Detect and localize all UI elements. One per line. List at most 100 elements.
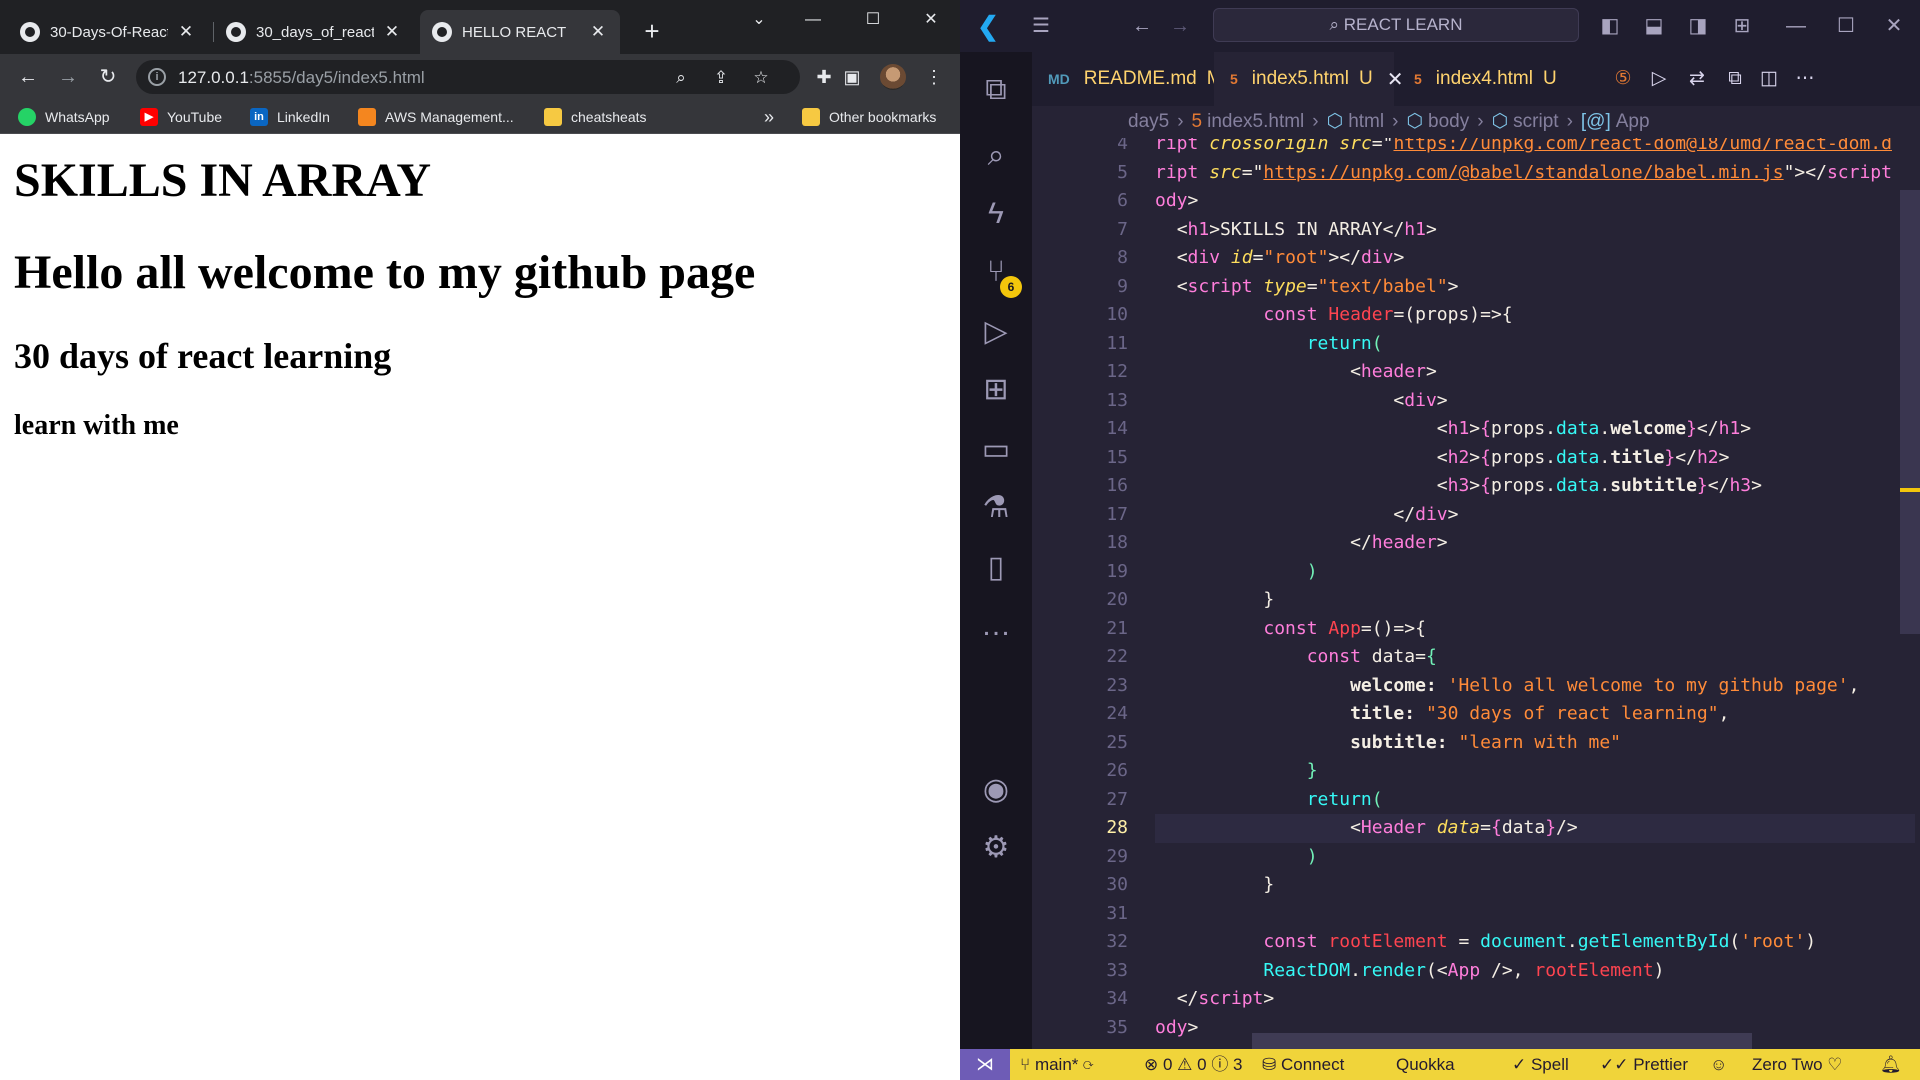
extensions-icon[interactable]: ⊞: [960, 360, 1032, 420]
bookmark-cheatsheats[interactable]: cheatsheats: [544, 107, 647, 127]
maximize-icon[interactable]: ☐: [1826, 12, 1866, 40]
bookmark-linkedin[interactable]: in LinkedIn: [250, 107, 330, 127]
close-icon[interactable]: ✕: [176, 22, 196, 42]
code-line[interactable]: <div id="root"></div>: [1155, 244, 1405, 273]
code-line[interactable]: <div>: [1155, 387, 1447, 416]
code-line[interactable]: <h1>{props.data.welcome}</h1>: [1155, 415, 1751, 444]
bookmarks-overflow-button[interactable]: »: [764, 107, 774, 127]
window-close-icon[interactable]: ✕: [908, 4, 954, 36]
zoom-icon[interactable]: ⌕: [670, 67, 692, 89]
code-line[interactable]: const rootElement = document.getElementB…: [1155, 928, 1816, 957]
html5-preview-icon[interactable]: ⑤: [1610, 66, 1636, 92]
settings-gear-icon[interactable]: ⚙: [960, 818, 1032, 878]
side-panel-icon[interactable]: ▣: [836, 61, 868, 93]
reload-icon[interactable]: ↻: [92, 61, 124, 93]
bookmark-youtube[interactable]: ▶ YouTube: [140, 107, 222, 127]
code-line[interactable]: <script type="text/babel">: [1155, 273, 1459, 302]
browser-tab-1[interactable]: 30-Days-Of-React/ ✕: [8, 10, 208, 54]
address-bar[interactable]: i 127.0.0.1:5855/day5/index5.html ⌕ ⇪ ☆: [136, 60, 800, 94]
compare-changes-icon[interactable]: ⇄: [1684, 66, 1710, 92]
code-line[interactable]: }: [1155, 757, 1318, 786]
explorer-icon[interactable]: ⧉: [960, 60, 1032, 120]
minimize-icon[interactable]: —: [790, 4, 836, 36]
breadcrumb-body[interactable]: body: [1428, 111, 1469, 132]
bookmark-aws[interactable]: AWS Management...: [358, 107, 514, 127]
forward-icon[interactable]: →: [1166, 12, 1194, 40]
close-icon[interactable]: ✕: [588, 22, 608, 42]
breadcrumb-app[interactable]: App: [1616, 111, 1650, 132]
browser-tab-active[interactable]: HELLO REACT ✕: [420, 10, 620, 54]
source-control-icon[interactable]: ⑂ 6: [960, 242, 1032, 302]
forward-icon[interactable]: →: [52, 61, 84, 93]
toggle-panel-icon[interactable]: ⬓: [1640, 12, 1668, 40]
close-icon[interactable]: ✕: [382, 22, 402, 42]
bookmark-star-icon[interactable]: ☆: [750, 67, 772, 89]
bookmark-whatsapp[interactable]: WhatsApp: [18, 107, 110, 127]
quokka-status[interactable]: Quokka: [1396, 1049, 1455, 1080]
tab-index5[interactable]: 5 index5.html U ✕: [1214, 52, 1403, 106]
code-line[interactable]: ): [1155, 558, 1318, 587]
problems-status[interactable]: ⊗ 0 ⚠ 0 ⓘ 3: [1144, 1049, 1243, 1080]
run-icon[interactable]: ▷: [1646, 66, 1672, 92]
code-line[interactable]: subtitle: "learn with me": [1155, 729, 1621, 758]
code-line[interactable]: const data={: [1155, 643, 1437, 672]
code-line[interactable]: ody>: [1155, 187, 1198, 216]
code-editor[interactable]: 4 5 6 7 8 9 10 11 12 13 14 15 16 17 18 19 20 21 22 23 24 25 26…: [1032, 138, 1920, 1049]
code-line[interactable]: const Header=(props)=>{: [1155, 301, 1512, 330]
share-icon[interactable]: ⇪: [710, 67, 732, 89]
remote-indicator-icon[interactable]: ⋊: [960, 1049, 1010, 1080]
notifications-bell-icon[interactable]: 🔔︎: [1880, 1049, 1902, 1080]
search-icon[interactable]: ⌕: [960, 126, 1032, 186]
profile-avatar[interactable]: [880, 64, 906, 90]
tab-index4[interactable]: 5 index4.html U: [1398, 52, 1568, 106]
more-views-icon[interactable]: …: [960, 596, 1032, 656]
code-line[interactable]: <Header data={data}/>: [1155, 814, 1915, 843]
browser-tab-2[interactable]: 30_days_of_react/d ✕: [214, 10, 414, 54]
lightning-icon[interactable]: ϟ: [960, 184, 1032, 244]
code-line[interactable]: ript crossorigin src="https://unpkg.com/…: [1155, 138, 1892, 159]
command-center-search[interactable]: ⌕ REACT LEARN: [1213, 8, 1579, 42]
prettier-status[interactable]: ✓✓ Prettier: [1600, 1049, 1688, 1080]
code-line[interactable]: return(: [1155, 330, 1383, 359]
code-line[interactable]: </header>: [1155, 529, 1448, 558]
back-icon[interactable]: ←: [1128, 12, 1156, 40]
code-line[interactable]: ody>: [1155, 1014, 1198, 1043]
feedback-icon[interactable]: ☺: [1710, 1049, 1727, 1080]
hamburger-menu-icon[interactable]: ☰: [1026, 12, 1056, 40]
code-line[interactable]: return(: [1155, 786, 1383, 815]
connect-status[interactable]: ⛁ Connect: [1262, 1049, 1344, 1080]
code-line[interactable]: <h2>{props.data.title}</h2>: [1155, 444, 1730, 473]
account-icon[interactable]: ◉: [960, 760, 1032, 820]
url-text[interactable]: 127.0.0.1:5855/day5/index5.html: [178, 68, 425, 88]
new-tab-button[interactable]: +: [637, 16, 667, 46]
open-preview-icon[interactable]: ⧉: [1722, 66, 1748, 92]
code-line[interactable]: </div>: [1155, 501, 1458, 530]
code-line[interactable]: ): [1155, 843, 1318, 872]
breadcrumb-script[interactable]: script: [1513, 111, 1558, 132]
code-line[interactable]: }: [1155, 871, 1274, 900]
breadcrumb-file[interactable]: index5.html: [1207, 111, 1304, 132]
tab-search-icon[interactable]: ⌄: [736, 4, 782, 36]
notebook-icon[interactable]: ▯: [960, 538, 1032, 598]
spell-status[interactable]: ✓ Spell: [1512, 1049, 1569, 1080]
more-actions-icon[interactable]: ⋯: [1792, 66, 1818, 92]
window-close-icon[interactable]: ✕: [1874, 12, 1914, 40]
site-info-icon[interactable]: i: [148, 68, 166, 86]
horizontal-scrollbar[interactable]: [1252, 1033, 1752, 1049]
code-line[interactable]: <h1>SKILLS IN ARRAY</h1>: [1155, 216, 1437, 245]
code-area[interactable]: ript crossorigin src="https://unpkg.com/…: [1155, 138, 1915, 1049]
maximize-icon[interactable]: ☐: [850, 4, 896, 36]
code-line[interactable]: <h3>{props.data.subtitle}</h3>: [1155, 472, 1762, 501]
back-icon[interactable]: ←: [12, 61, 44, 93]
code-line[interactable]: }: [1155, 586, 1274, 615]
code-line[interactable]: const App=()=>{: [1155, 615, 1426, 644]
code-line[interactable]: ReactDOM.render(<App />, rootElement): [1155, 957, 1664, 986]
toggle-sidebar-icon[interactable]: ◧: [1596, 12, 1624, 40]
run-debug-icon[interactable]: ▷: [960, 302, 1032, 362]
theme-status[interactable]: Zero Two ♡: [1752, 1049, 1843, 1080]
remote-explorer-icon[interactable]: ▭: [960, 420, 1032, 480]
code-line[interactable]: title: "30 days of react learning",: [1155, 700, 1729, 729]
code-line[interactable]: <header>: [1155, 358, 1437, 387]
code-line[interactable]: welcome: 'Hello all welcome to my github…: [1155, 672, 1859, 701]
branch-status[interactable]: ⑂ main* ⟳: [1020, 1049, 1093, 1080]
